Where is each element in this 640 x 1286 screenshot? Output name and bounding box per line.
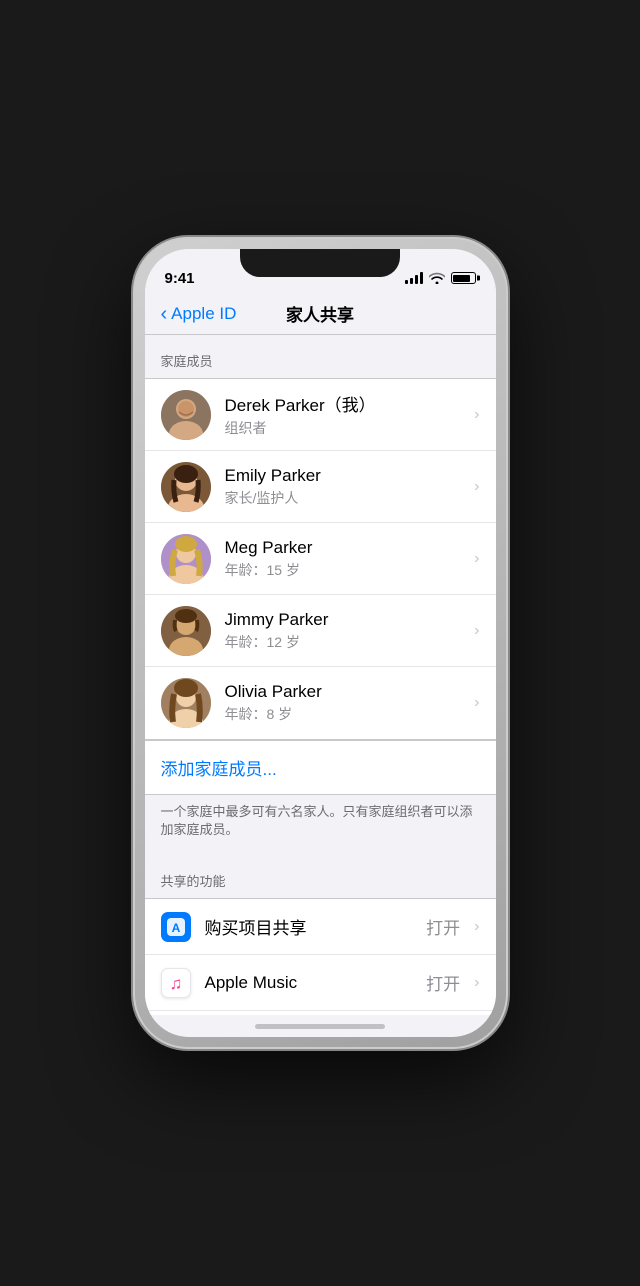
feature-status: 打开 [426, 970, 460, 995]
avatar [161, 462, 211, 512]
member-info: Emily Parker 家长/监护人 [225, 466, 467, 508]
chevron-right-icon: › [474, 406, 479, 424]
list-item[interactable]: Jimmy Parker 年龄：12 岁 › [145, 595, 496, 667]
scroll-content[interactable]: 家庭成员 Derek Pa [145, 335, 496, 1015]
feature-name: 购买项目共享 [205, 914, 427, 939]
member-info: Derek Parker（我） 组织者 [225, 391, 467, 438]
features-section-header: 共享的功能 [145, 855, 496, 898]
chevron-right-icon: › [474, 478, 479, 496]
wifi-icon [429, 272, 445, 284]
add-member-button[interactable]: 添加家庭成员... [145, 740, 496, 795]
family-members-list: Derek Parker（我） 组织者 › [145, 378, 496, 740]
status-time: 9:41 [165, 270, 195, 287]
svg-text:♫: ♫ [169, 974, 182, 993]
list-item[interactable]: Olivia Parker 年龄：8 岁 › [145, 667, 496, 739]
feature-status: 打开 [426, 914, 460, 939]
member-age: 年龄：15 岁 [225, 560, 467, 580]
chevron-right-icon: › [474, 550, 479, 568]
member-name: Jimmy Parker [225, 610, 467, 630]
list-item[interactable]: Emily Parker 家长/监护人 › [145, 451, 496, 523]
list-item[interactable]: Meg Parker 年龄：15 岁 › [145, 523, 496, 595]
page-title: 家人共享 [286, 301, 354, 326]
notch [240, 249, 400, 277]
list-item[interactable]: iCloud 储存空间 打开 › [145, 1011, 496, 1015]
navigation-bar: ‹ Apple ID 家人共享 [145, 293, 496, 335]
home-indicator [255, 1024, 385, 1029]
member-name: Derek Parker（我） [225, 391, 467, 416]
member-role: 组织者 [225, 418, 467, 438]
member-info: Meg Parker 年龄：15 岁 [225, 538, 467, 580]
chevron-right-icon: › [474, 694, 479, 712]
avatar [161, 678, 211, 728]
family-footer-note: 一个家庭中最多可有六名家人。只有家庭组织者可以添加家庭成员。 [145, 795, 496, 855]
avatar [161, 606, 211, 656]
family-section-header: 家庭成员 [145, 335, 496, 378]
chevron-right-icon: › [474, 974, 479, 992]
member-age: 年龄：12 岁 [225, 632, 467, 652]
feature-name: Apple Music [205, 973, 427, 993]
member-info: Jimmy Parker 年龄：12 岁 [225, 610, 467, 652]
chevron-right-icon: › [474, 918, 479, 936]
avatar [161, 534, 211, 584]
list-item[interactable]: Derek Parker（我） 组织者 › [145, 379, 496, 451]
signal-icon [405, 272, 423, 284]
features-list: A 购买项目共享 打开 › ♫ Apple Music 打开 [145, 898, 496, 1015]
member-name: Emily Parker [225, 466, 467, 486]
avatar [161, 390, 211, 440]
status-icons [405, 272, 476, 284]
member-name: Meg Parker [225, 538, 467, 558]
battery-icon [451, 272, 476, 284]
back-button[interactable]: ‹ Apple ID [161, 304, 237, 324]
member-role: 家长/监护人 [225, 488, 467, 508]
member-age: 年龄：8 岁 [225, 704, 467, 724]
back-label: Apple ID [171, 304, 236, 324]
apple-music-icon: ♫ [161, 968, 191, 998]
list-item[interactable]: ♫ Apple Music 打开 › [145, 955, 496, 1011]
chevron-left-icon: ‹ [161, 304, 168, 324]
chevron-right-icon: › [474, 622, 479, 640]
purchases-icon: A [161, 912, 191, 942]
member-name: Olivia Parker [225, 682, 467, 702]
list-item[interactable]: A 购买项目共享 打开 › [145, 899, 496, 955]
svg-text:A: A [171, 921, 180, 935]
member-info: Olivia Parker 年龄：8 岁 [225, 682, 467, 724]
